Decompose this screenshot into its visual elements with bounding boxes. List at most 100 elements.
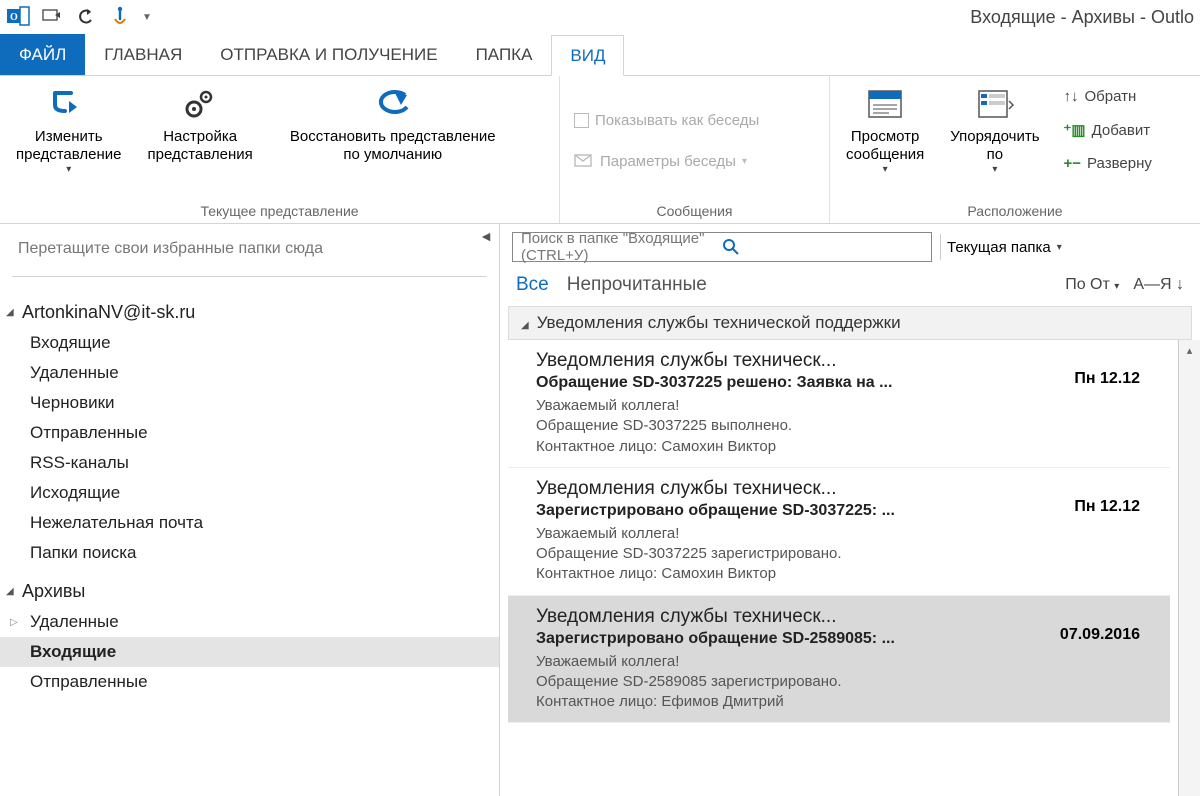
expand-collapse-button[interactable]: +− Разверну (1060, 149, 1156, 178)
archive-sent[interactable]: Отправленные (0, 667, 499, 697)
arrange-extras: ↑↓ Обратн ⁺▥ Добавит +− Разверну (1060, 82, 1156, 178)
group-current-view-label: Текущее представление (10, 199, 549, 221)
archives-node[interactable]: Архивы (0, 576, 499, 607)
view-settings-label: Настройка представления (148, 128, 253, 164)
archive-inbox[interactable]: Входящие (0, 637, 499, 667)
scrollbar[interactable]: ▴ (1178, 340, 1200, 796)
conversation-settings-label: Параметры беседы (600, 153, 736, 170)
folder-sent[interactable]: Отправленные (0, 418, 499, 448)
quick-access-toolbar: O ▼ (6, 5, 152, 29)
folder-deleted[interactable]: Удаленные (0, 358, 499, 388)
conversation-settings-button[interactable]: Параметры беседы ▾ (570, 147, 751, 176)
reverse-sort-label: Обратн (1085, 88, 1137, 105)
qat-dropdown-icon[interactable]: ▼ (142, 12, 152, 23)
add-columns-icon: ⁺▥ (1064, 121, 1086, 139)
message-date: Пн 12.12 (1074, 498, 1140, 516)
message-preview: Уважаемый коллега! Обращение SD-2589085 … (536, 652, 1154, 713)
arrange-by-button[interactable]: Упорядочить по ▾ (944, 82, 1045, 180)
change-view-label: Изменить представление (16, 128, 122, 164)
search-placeholder: Поиск в папке "Входящие" (CTRL+У) (521, 230, 722, 264)
dropdown-caret-icon: ▾ (883, 164, 888, 176)
expand-icon: +− (1064, 155, 1082, 172)
ribbon-tabs: ФАЙЛ ГЛАВНАЯ ОТПРАВКА И ПОЛУЧЕНИЕ ПАПКА … (0, 34, 1200, 76)
reset-view-button[interactable]: Восстановить представление по умолчанию (273, 82, 513, 168)
search-icon[interactable] (722, 238, 923, 256)
dropdown-caret-icon: ▾ (1057, 242, 1062, 253)
ribbon-group-current-view: Изменить представление ▾ Настройка предс… (0, 76, 560, 223)
search-input[interactable]: Поиск в папке "Входящие" (CTRL+У) (512, 232, 932, 262)
message-date: Пн 12.12 (1074, 370, 1140, 388)
search-scope-label: Текущая папка (947, 239, 1051, 256)
message-from: Уведомления службы техническ... (536, 478, 1154, 500)
filter-row: Все Непрочитанные По От ▾ А—Я ↓ (500, 270, 1200, 300)
add-columns-button[interactable]: ⁺▥ Добавит (1060, 115, 1156, 145)
tab-folder[interactable]: ПАПКА (457, 34, 552, 75)
show-as-conversations-label: Показывать как беседы (595, 112, 759, 129)
change-view-icon (49, 86, 89, 122)
scroll-up-icon[interactable]: ▴ (1187, 340, 1193, 361)
add-columns-label: Добавит (1092, 122, 1150, 139)
message-from: Уведомления службы техническ... (536, 606, 1154, 628)
dropdown-caret-icon: ▾ (742, 156, 747, 167)
folder-outbox[interactable]: Исходящие (0, 478, 499, 508)
change-view-button[interactable]: Изменить представление ▾ (10, 82, 128, 180)
ribbon-group-arrangement: Просмотр сообщения ▾ Упорядочить по ▾ ↑↓… (830, 76, 1200, 223)
favorites-hint: Перетащите свои избранные папки сюда (0, 230, 499, 268)
collapse-pane-icon[interactable]: ◄ (479, 228, 493, 244)
svg-text:O: O (10, 12, 18, 23)
folder-search[interactable]: Папки поиска (0, 538, 499, 568)
reverse-sort-button[interactable]: ↑↓ Обратн (1060, 82, 1156, 111)
checkbox-icon (574, 113, 589, 128)
tab-file[interactable]: ФАЙЛ (0, 34, 85, 75)
archive-deleted[interactable]: Удаленные (0, 607, 499, 637)
account-node[interactable]: ArtonkinaNV@it-sk.ru (0, 297, 499, 328)
sort-options: По От ▾ А—Я ↓ (1065, 276, 1184, 294)
folder-drafts[interactable]: Черновики (0, 388, 499, 418)
tab-home[interactable]: ГЛАВНАЯ (85, 34, 201, 75)
message-list-pane: Поиск в папке "Входящие" (CTRL+У) Текуща… (500, 224, 1200, 796)
tab-view[interactable]: ВИД (551, 35, 624, 76)
group-messages-label: Сообщения (570, 199, 819, 221)
sort-arrows-icon: ↑↓ (1064, 88, 1079, 105)
message-subject: Зарегистрировано обращение SD-3037225: .… (536, 502, 1154, 520)
message-list: Уведомления службы техническ... Обращени… (500, 340, 1178, 796)
sort-by-button[interactable]: По От ▾ (1065, 276, 1119, 294)
ribbon: Изменить представление ▾ Настройка предс… (0, 76, 1200, 224)
message-preview: Уважаемый коллега! Обращение SD-3037225 … (536, 396, 1154, 457)
group-arrangement-label: Расположение (840, 199, 1190, 221)
message-item[interactable]: Уведомления службы техническ... Обращени… (508, 340, 1170, 468)
search-scope-button[interactable]: Текущая папка ▾ (940, 234, 1068, 260)
outlook-icon: O (6, 5, 30, 29)
filter-unread[interactable]: Непрочитанные (567, 274, 707, 296)
view-settings-button[interactable]: Настройка представления (142, 82, 259, 168)
message-item[interactable]: Уведомления службы техническ... Зарегист… (508, 468, 1170, 596)
message-group-header[interactable]: Уведомления службы технической поддержки (508, 306, 1192, 340)
send-receive-icon[interactable] (40, 5, 64, 29)
content-area: ◄ Перетащите свои избранные папки сюда A… (0, 224, 1200, 796)
reset-icon (371, 86, 415, 122)
message-preview-label: Просмотр сообщения (846, 128, 924, 164)
undo-icon[interactable] (74, 5, 98, 29)
reset-view-label: Восстановить представление по умолчанию (290, 128, 496, 164)
search-row: Поиск в папке "Входящие" (CTRL+У) Текуща… (500, 224, 1200, 270)
separator (12, 276, 487, 277)
title-bar: O ▼ Входящие - Архивы - Outlo (0, 0, 1200, 34)
dropdown-caret-icon: ▾ (66, 164, 71, 176)
touch-mode-icon[interactable] (108, 5, 132, 29)
folder-rss[interactable]: RSS-каналы (0, 448, 499, 478)
message-item-selected[interactable]: Уведомления службы техническ... Зарегист… (508, 596, 1170, 724)
message-from: Уведомления службы техническ... (536, 350, 1154, 372)
folder-inbox[interactable]: Входящие (0, 328, 499, 358)
filter-all[interactable]: Все (516, 274, 549, 296)
message-subject: Обращение SD-3037225 решено: Заявка на .… (536, 374, 1154, 392)
message-preview-button[interactable]: Просмотр сообщения ▾ (840, 82, 930, 180)
expand-label: Разверну (1087, 155, 1152, 172)
folder-tree: ArtonkinaNV@it-sk.ru Входящие Удаленные … (0, 285, 499, 701)
sort-direction-button[interactable]: А—Я ↓ (1133, 276, 1184, 294)
gear-icon (180, 86, 220, 122)
preview-icon (865, 86, 905, 122)
show-as-conversations-checkbox[interactable]: Показывать как беседы (570, 106, 763, 135)
folder-junk[interactable]: Нежелательная почта (0, 508, 499, 538)
arrange-by-label: Упорядочить по (950, 128, 1039, 164)
tab-send-receive[interactable]: ОТПРАВКА И ПОЛУЧЕНИЕ (201, 34, 456, 75)
